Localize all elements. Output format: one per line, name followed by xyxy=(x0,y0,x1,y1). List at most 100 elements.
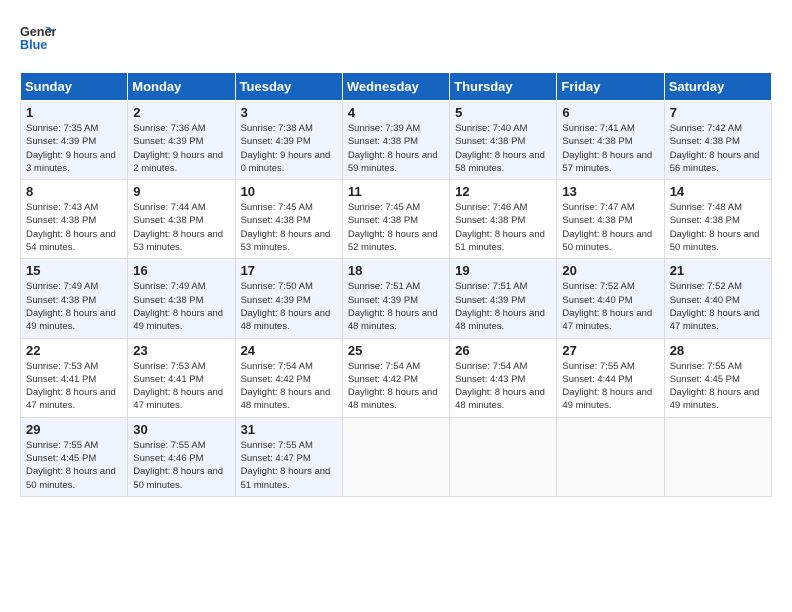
calendar-cell: 3Sunrise: 7:38 AMSunset: 4:39 PMDaylight… xyxy=(235,101,342,180)
calendar-week-2: 8 Sunrise: 7:43 AMSunset: 4:38 PMDaylight… xyxy=(21,180,772,259)
calendar-cell: 29 Sunrise: 7:55 AMSunset: 4:45 PMDayligh… xyxy=(21,417,128,496)
day-number: 14 xyxy=(670,184,766,199)
page-header: General Blue xyxy=(20,20,772,56)
calendar-cell: 28 Sunrise: 7:55 AMSunset: 4:45 PMDayligh… xyxy=(664,338,771,417)
day-content: Sunrise: 7:55 AMSunset: 4:46 PMDaylight:… xyxy=(133,439,229,492)
calendar-cell xyxy=(450,417,557,496)
calendar-cell: 2Sunrise: 7:36 AMSunset: 4:39 PMDaylight… xyxy=(128,101,235,180)
calendar-cell: 20Sunrise: 7:52 AMSunset: 4:40 PMDayligh… xyxy=(557,259,664,338)
calendar-week-5: 29 Sunrise: 7:55 AMSunset: 4:45 PMDayligh… xyxy=(21,417,772,496)
calendar-week-3: 15 Sunrise: 7:49 AMSunset: 4:38 PMDayligh… xyxy=(21,259,772,338)
day-number: 18 xyxy=(348,263,444,278)
calendar-cell xyxy=(342,417,449,496)
calendar-cell: 18Sunrise: 7:51 AMSunset: 4:39 PMDayligh… xyxy=(342,259,449,338)
day-number: 10 xyxy=(241,184,337,199)
calendar-cell: 5Sunrise: 7:40 AMSunset: 4:38 PMDaylight… xyxy=(450,101,557,180)
day-number: 9 xyxy=(133,184,229,199)
day-content: Sunrise: 7:53 AMSunset: 4:41 PMDaylight:… xyxy=(133,360,229,413)
day-content: Sunrise: 7:51 AMSunset: 4:39 PMDaylight:… xyxy=(455,280,551,333)
calendar-cell xyxy=(557,417,664,496)
day-number: 22 xyxy=(26,343,122,358)
calendar-cell: 26 Sunrise: 7:54 AMSunset: 4:43 PMDayligh… xyxy=(450,338,557,417)
day-number: 17 xyxy=(241,263,337,278)
calendar-cell: 10Sunrise: 7:45 AMSunset: 4:38 PMDayligh… xyxy=(235,180,342,259)
day-content: Sunrise: 7:55 AMSunset: 4:45 PMDaylight:… xyxy=(670,360,766,413)
calendar-cell: 6 Sunrise: 7:41 AMSunset: 4:38 PMDaylight… xyxy=(557,101,664,180)
day-content: Sunrise: 7:55 AMSunset: 4:47 PMDaylight:… xyxy=(241,439,337,492)
calendar-cell xyxy=(664,417,771,496)
day-number: 7 xyxy=(670,105,766,120)
day-content: Sunrise: 7:47 AMSunset: 4:38 PMDaylight:… xyxy=(562,201,658,254)
calendar-cell: 8 Sunrise: 7:43 AMSunset: 4:38 PMDaylight… xyxy=(21,180,128,259)
weekday-header-tuesday: Tuesday xyxy=(235,73,342,101)
day-number: 27 xyxy=(562,343,658,358)
day-content: Sunrise: 7:42 AMSunset: 4:38 PMDaylight:… xyxy=(670,122,766,175)
calendar-cell: 27 Sunrise: 7:55 AMSunset: 4:44 PMDayligh… xyxy=(557,338,664,417)
calendar-cell: 9 Sunrise: 7:44 AMSunset: 4:38 PMDaylight… xyxy=(128,180,235,259)
calendar-cell: 15 Sunrise: 7:49 AMSunset: 4:38 PMDayligh… xyxy=(21,259,128,338)
calendar-cell: 30 Sunrise: 7:55 AMSunset: 4:46 PMDayligh… xyxy=(128,417,235,496)
day-content: Sunrise: 7:45 AMSunset: 4:38 PMDaylight:… xyxy=(348,201,444,254)
calendar-cell: 13 Sunrise: 7:47 AMSunset: 4:38 PMDayligh… xyxy=(557,180,664,259)
day-number: 20 xyxy=(562,263,658,278)
calendar-week-4: 22 Sunrise: 7:53 AMSunset: 4:41 PMDayligh… xyxy=(21,338,772,417)
day-content: Sunrise: 7:49 AMSunset: 4:38 PMDaylight:… xyxy=(26,280,122,333)
weekday-header-monday: Monday xyxy=(128,73,235,101)
weekday-header-thursday: Thursday xyxy=(450,73,557,101)
day-content: Sunrise: 7:54 AMSunset: 4:43 PMDaylight:… xyxy=(455,360,551,413)
day-content: Sunrise: 7:55 AMSunset: 4:44 PMDaylight:… xyxy=(562,360,658,413)
day-number: 21 xyxy=(670,263,766,278)
calendar-body: 1 Sunrise: 7:35 AMSunset: 4:39 PMDaylight… xyxy=(21,101,772,497)
day-content: Sunrise: 7:54 AMSunset: 4:42 PMDaylight:… xyxy=(241,360,337,413)
calendar-cell: 4 Sunrise: 7:39 AMSunset: 4:38 PMDaylight… xyxy=(342,101,449,180)
calendar-week-1: 1 Sunrise: 7:35 AMSunset: 4:39 PMDaylight… xyxy=(21,101,772,180)
day-content: Sunrise: 7:49 AMSunset: 4:38 PMDaylight:… xyxy=(133,280,229,333)
calendar-cell: 23 Sunrise: 7:53 AMSunset: 4:41 PMDayligh… xyxy=(128,338,235,417)
calendar-cell: 16Sunrise: 7:49 AMSunset: 4:38 PMDayligh… xyxy=(128,259,235,338)
day-content: Sunrise: 7:48 AMSunset: 4:38 PMDaylight:… xyxy=(670,201,766,254)
weekday-header-saturday: Saturday xyxy=(664,73,771,101)
day-content: Sunrise: 7:55 AMSunset: 4:45 PMDaylight:… xyxy=(26,439,122,492)
day-number: 15 xyxy=(26,263,122,278)
day-number: 5 xyxy=(455,105,551,120)
day-content: Sunrise: 7:41 AMSunset: 4:38 PMDaylight:… xyxy=(562,122,658,175)
day-number: 24 xyxy=(241,343,337,358)
day-content: Sunrise: 7:43 AMSunset: 4:38 PMDaylight:… xyxy=(26,201,122,254)
day-number: 28 xyxy=(670,343,766,358)
day-content: Sunrise: 7:35 AMSunset: 4:39 PMDaylight:… xyxy=(26,122,122,175)
calendar-cell: 24 Sunrise: 7:54 AMSunset: 4:42 PMDayligh… xyxy=(235,338,342,417)
calendar-cell: 1 Sunrise: 7:35 AMSunset: 4:39 PMDaylight… xyxy=(21,101,128,180)
day-number: 23 xyxy=(133,343,229,358)
day-number: 30 xyxy=(133,422,229,437)
weekday-header-wednesday: Wednesday xyxy=(342,73,449,101)
day-number: 12 xyxy=(455,184,551,199)
calendar-cell: 7 Sunrise: 7:42 AMSunset: 4:38 PMDaylight… xyxy=(664,101,771,180)
day-content: Sunrise: 7:46 AMSunset: 4:38 PMDaylight:… xyxy=(455,201,551,254)
day-number: 11 xyxy=(348,184,444,199)
day-number: 8 xyxy=(26,184,122,199)
day-number: 4 xyxy=(348,105,444,120)
logo-icon: General Blue xyxy=(20,20,56,56)
day-number: 19 xyxy=(455,263,551,278)
day-number: 29 xyxy=(26,422,122,437)
calendar-cell: 25 Sunrise: 7:54 AMSunset: 4:42 PMDayligh… xyxy=(342,338,449,417)
calendar-cell: 14 Sunrise: 7:48 AMSunset: 4:38 PMDayligh… xyxy=(664,180,771,259)
day-content: Sunrise: 7:52 AMSunset: 4:40 PMDaylight:… xyxy=(670,280,766,333)
day-content: Sunrise: 7:39 AMSunset: 4:38 PMDaylight:… xyxy=(348,122,444,175)
day-number: 2 xyxy=(133,105,229,120)
day-number: 25 xyxy=(348,343,444,358)
day-content: Sunrise: 7:53 AMSunset: 4:41 PMDaylight:… xyxy=(26,360,122,413)
calendar-table: SundayMondayTuesdayWednesdayThursdayFrid… xyxy=(20,72,772,497)
logo: General Blue xyxy=(20,20,56,56)
day-number: 3 xyxy=(241,105,337,120)
day-content: Sunrise: 7:44 AMSunset: 4:38 PMDaylight:… xyxy=(133,201,229,254)
day-number: 1 xyxy=(26,105,122,120)
weekday-header-sunday: Sunday xyxy=(21,73,128,101)
day-number: 13 xyxy=(562,184,658,199)
calendar-cell: 31 Sunrise: 7:55 AMSunset: 4:47 PMDayligh… xyxy=(235,417,342,496)
day-number: 26 xyxy=(455,343,551,358)
day-number: 31 xyxy=(241,422,337,437)
calendar-cell: 12 Sunrise: 7:46 AMSunset: 4:38 PMDayligh… xyxy=(450,180,557,259)
day-content: Sunrise: 7:54 AMSunset: 4:42 PMDaylight:… xyxy=(348,360,444,413)
day-number: 6 xyxy=(562,105,658,120)
